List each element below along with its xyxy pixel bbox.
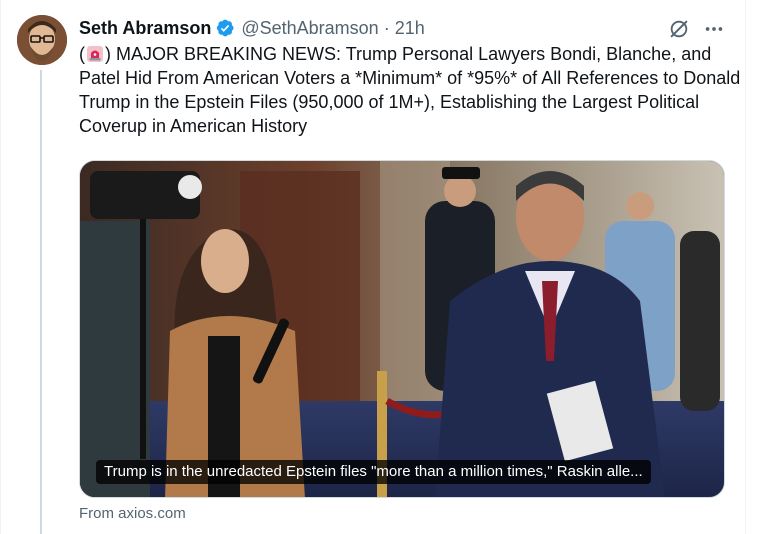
link-card-media[interactable]: Trump is in the unredacted Epstein files…	[79, 160, 725, 498]
tweet-text: ( ) MAJOR BREAKING NEWS: Trump Personal …	[79, 42, 741, 138]
timeline-right-border	[745, 0, 746, 534]
timeline-left-border	[0, 0, 1, 534]
link-card-caption: Trump is in the unredacted Epstein files…	[96, 460, 651, 484]
grok-icon[interactable]	[668, 18, 690, 40]
siren-emoji-icon	[87, 46, 103, 62]
tweet-text-body: ) MAJOR BREAKING NEWS: Trump Personal La…	[79, 44, 741, 136]
link-source-domain[interactable]: From axios.com	[79, 505, 186, 522]
news-photo-image	[80, 161, 724, 497]
header-separator: ·	[383, 17, 390, 38]
tweet-timestamp[interactable]: 21h	[395, 18, 425, 39]
author-avatar[interactable]	[17, 15, 67, 65]
author-handle[interactable]: @SethAbramson	[241, 18, 378, 39]
thread-connector-line	[40, 70, 42, 534]
tweet-header: Seth Abramson @SethAbramson · 21h	[79, 16, 425, 40]
author-name[interactable]: Seth Abramson	[79, 18, 211, 39]
more-options-icon[interactable]	[703, 18, 725, 40]
verified-badge-icon[interactable]	[215, 18, 235, 38]
tweet-text-open: (	[79, 44, 85, 64]
avatar-portrait-icon	[17, 15, 67, 65]
